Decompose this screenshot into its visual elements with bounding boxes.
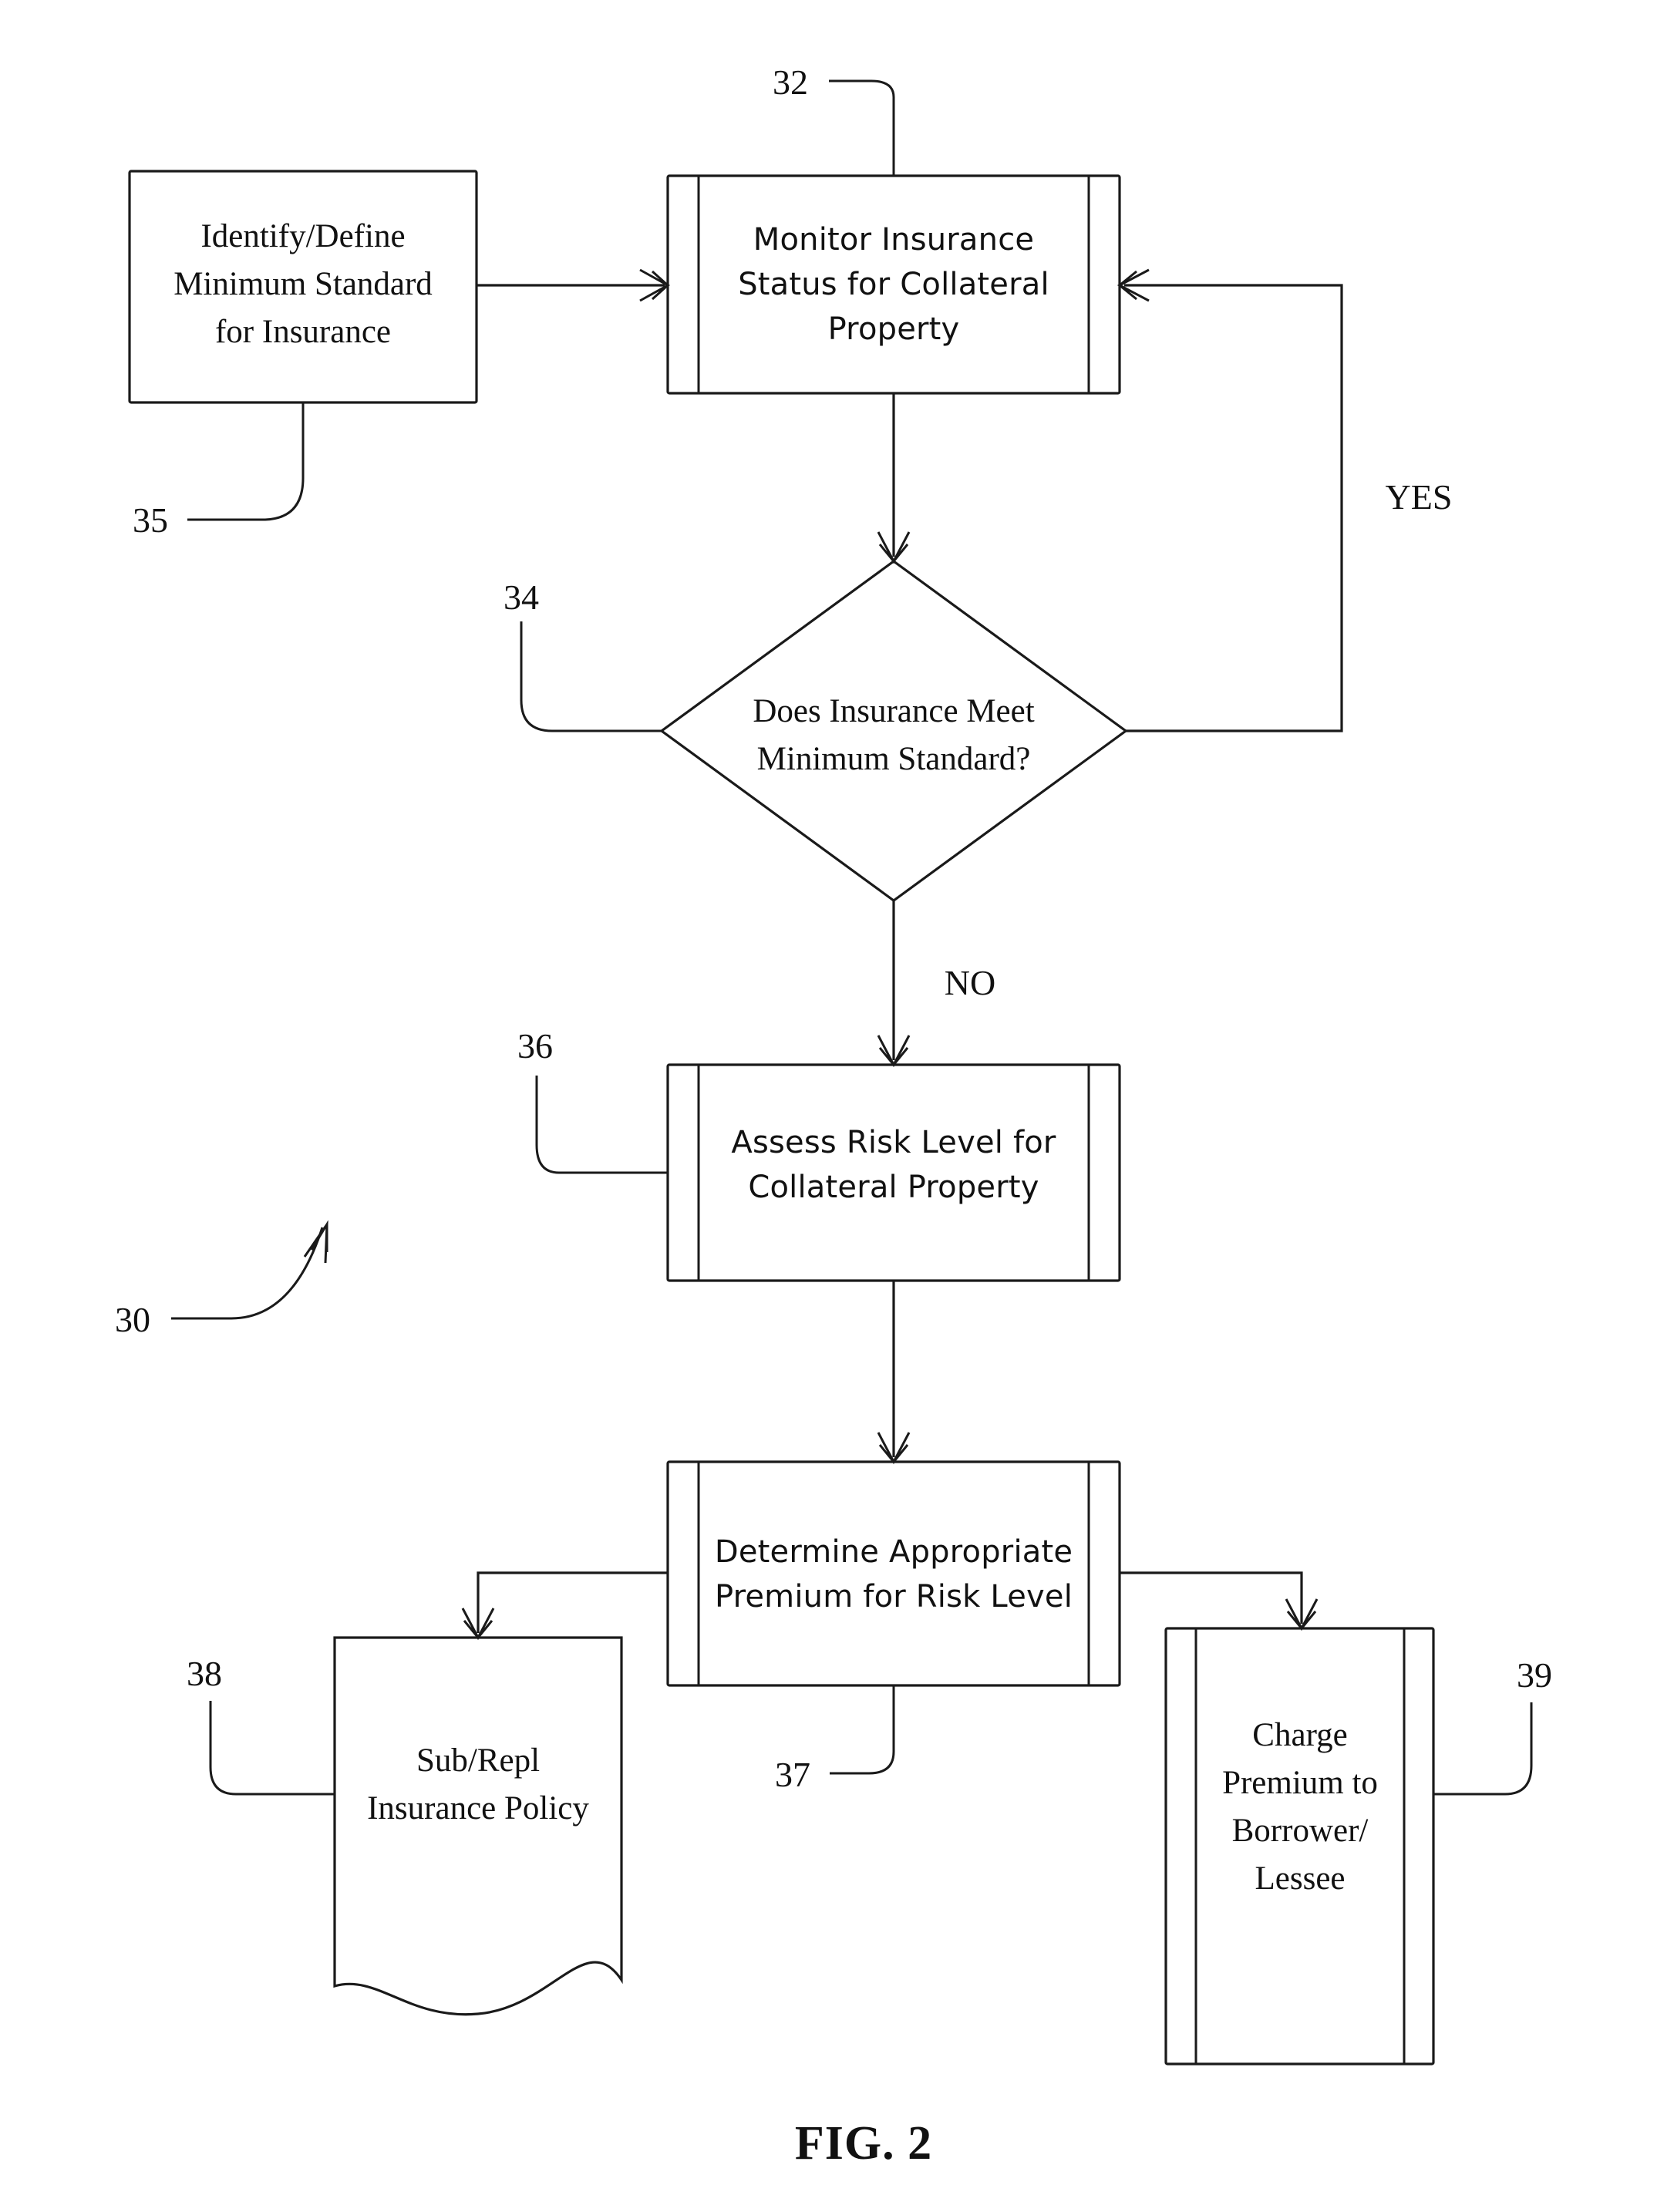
insurance-decision-diamond <box>659 560 1128 902</box>
leader-34: 34 <box>504 577 662 732</box>
node-charge-premium: Charge Premium to Borrower/ Lessee <box>1164 1627 1435 2066</box>
branch-label-no: NO <box>945 963 995 1002</box>
identify-define-line-1: Identify/Define <box>200 218 405 254</box>
identify-define-line-2: Minimum Standard <box>173 266 433 302</box>
arrow-monitor-to-decision <box>877 393 911 564</box>
yes-feedback-line <box>1124 284 1343 732</box>
determine-premium-line-1: Determine Appropriate <box>715 1534 1073 1570</box>
determine-premium-box <box>666 1460 1121 1687</box>
ref-numeral-37: 37 <box>775 1755 810 1794</box>
monitor-insurance-line-2: Status for Collateral <box>738 267 1049 302</box>
figure-caption: FIG. 2 <box>795 2117 932 2170</box>
ref-numeral-39: 39 <box>1517 1655 1552 1695</box>
assess-risk-line-1: Assess Risk Level for <box>731 1125 1056 1160</box>
sub-repl-policy-line-1: Sub/Repl <box>416 1742 540 1779</box>
leader-line-34 <box>520 621 662 732</box>
path-no: NO <box>877 901 995 1068</box>
arrow-assess-to-determine <box>877 1281 911 1465</box>
leader-line-37 <box>830 1685 895 1775</box>
flowchart-figure: Identify/Define Minimum Standard for Ins… <box>115 62 1552 2170</box>
insurance-decision-line-1: Does Insurance Meet <box>753 693 1034 729</box>
ref-numeral-36: 36 <box>517 1026 553 1066</box>
node-sub-repl-policy: Sub/Repl Insurance Policy <box>333 1636 623 2016</box>
sub-repl-policy-line-2: Insurance Policy <box>367 1790 589 1826</box>
charge-premium-line-4: Lessee <box>1255 1860 1346 1897</box>
node-determine-premium: Determine Appropriate Premium for Risk L… <box>666 1460 1121 1687</box>
node-monitor-insurance: Monitor Insurance Status for Collateral … <box>666 174 1121 395</box>
patent-figure-page: Identify/Define Minimum Standard for Ins… <box>0 0 1674 2212</box>
ref-numeral-32: 32 <box>773 62 808 102</box>
arrow-head-30 <box>303 1220 328 1264</box>
path-yes-feedback: YES <box>1117 268 1453 732</box>
node-identify-define: Identify/Define Minimum Standard for Ins… <box>128 170 478 404</box>
assess-risk-line-2: Collateral Property <box>748 1170 1039 1205</box>
leader-36: 36 <box>517 1026 668 1174</box>
charge-premium-line-3: Borrower/ <box>1232 1813 1369 1849</box>
branch-label-yes: YES <box>1386 477 1453 517</box>
charge-premium-line-1: Charge <box>1252 1717 1347 1753</box>
arrow-determine-to-charge <box>1120 1571 1319 1631</box>
ref-numeral-34: 34 <box>504 577 539 617</box>
arrow-line-determine-to-policy <box>477 1571 668 1633</box>
arrow-line-determine-to-charge <box>1120 1571 1303 1624</box>
determine-premium-line-2: Premium for Risk Level <box>715 1579 1073 1614</box>
leader-line-35 <box>187 402 305 521</box>
leader-37: 37 <box>775 1685 895 1794</box>
leader-39: 39 <box>1433 1655 1552 1796</box>
leader-32: 32 <box>773 62 895 176</box>
arrow-identify-to-monitor <box>477 268 671 302</box>
monitor-insurance-line-3: Property <box>828 311 960 347</box>
identify-define-line-3: for Insurance <box>215 314 391 350</box>
leader-30: 30 <box>115 1220 328 1339</box>
leader-line-36 <box>535 1076 668 1174</box>
node-assess-risk: Assess Risk Level for Collateral Propert… <box>666 1063 1121 1282</box>
node-insurance-decision: Does Insurance Meet Minimum Standard? <box>659 560 1128 902</box>
ref-numeral-38: 38 <box>187 1654 222 1693</box>
ref-numeral-30: 30 <box>115 1300 150 1339</box>
leader-line-38 <box>209 1701 335 1796</box>
leader-38: 38 <box>187 1654 335 1796</box>
arrow-determine-to-policy <box>461 1571 668 1641</box>
leader-line-39 <box>1433 1702 1533 1796</box>
charge-premium-line-2: Premium to <box>1222 1765 1378 1801</box>
ref-numeral-35: 35 <box>133 500 168 540</box>
leader-35: 35 <box>133 402 305 540</box>
insurance-decision-line-2: Minimum Standard? <box>757 741 1031 777</box>
monitor-insurance-line-1: Monitor Insurance <box>753 222 1034 258</box>
leader-line-32 <box>829 79 895 176</box>
leader-line-30 <box>171 1227 324 1320</box>
